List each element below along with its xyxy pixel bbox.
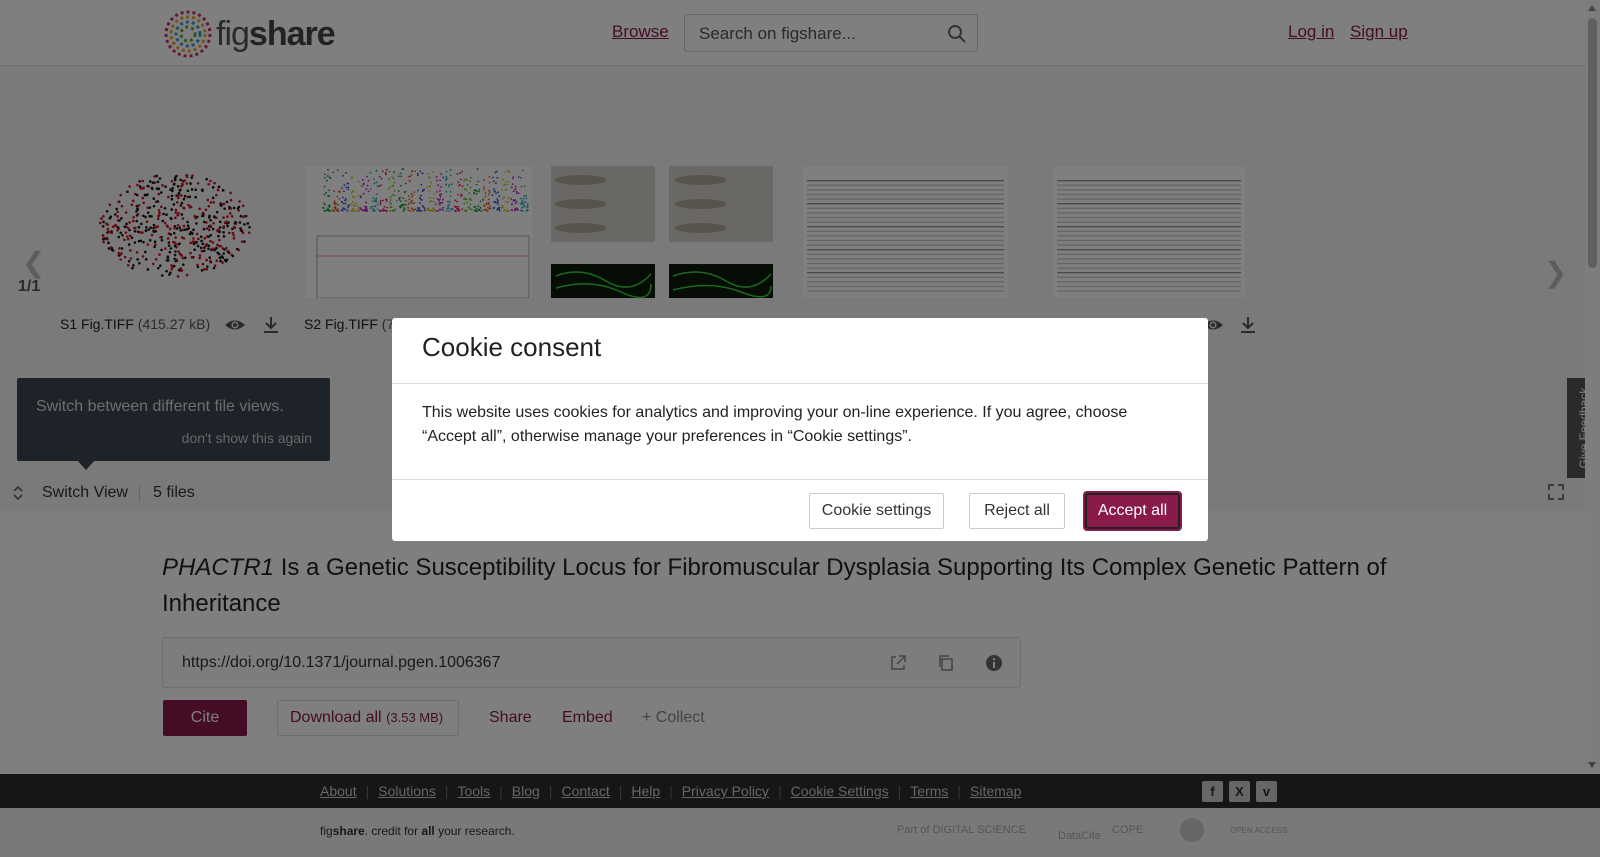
dialog-body: This website uses cookies for analytics … <box>422 404 1128 445</box>
modal-backdrop: Cookie consent This website uses cookies… <box>0 0 1600 857</box>
cookie-settings-button[interactable]: Cookie settings <box>809 493 944 529</box>
dialog-title: Cookie consent <box>422 332 602 362</box>
divider <box>392 383 1208 384</box>
cookie-consent-dialog: Cookie consent This website uses cookies… <box>392 318 1208 541</box>
reject-all-button[interactable]: Reject all <box>969 493 1065 529</box>
accept-all-button[interactable]: Accept all <box>1083 491 1182 531</box>
divider <box>392 479 1208 480</box>
